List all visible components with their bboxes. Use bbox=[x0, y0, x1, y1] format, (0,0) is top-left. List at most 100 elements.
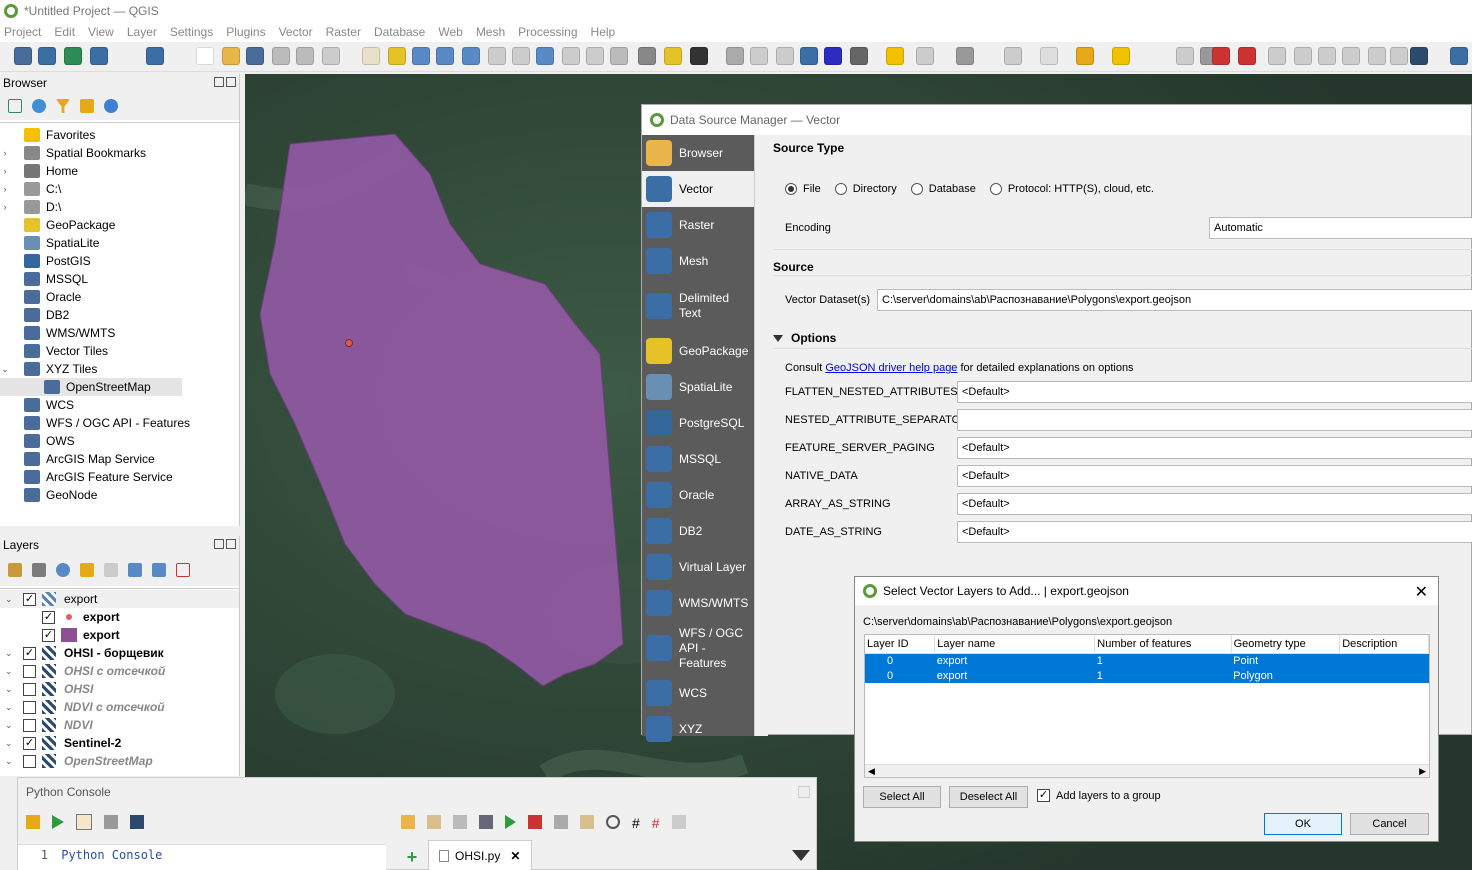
layer-item[interactable]: ⌄ ✓ Sentinel-2 bbox=[0, 734, 239, 752]
plugin3-icon[interactable] bbox=[1212, 47, 1230, 65]
open-data-source-manager-icon[interactable] bbox=[14, 47, 32, 65]
zoom-next-icon[interactable] bbox=[586, 47, 604, 65]
expand-arrow-icon[interactable]: ⌄ bbox=[5, 720, 15, 731]
browser-item[interactable]: DB2 bbox=[0, 306, 239, 324]
option-value-select[interactable]: <Default> bbox=[957, 465, 1472, 487]
info-icon[interactable] bbox=[104, 99, 118, 113]
browser-item[interactable]: SpatiaLite bbox=[0, 234, 239, 252]
add-selected-layers-icon[interactable] bbox=[8, 99, 22, 113]
zoom-full-icon[interactable] bbox=[462, 47, 480, 65]
dsm-sidebar-item[interactable]: Oracle bbox=[642, 477, 754, 513]
more-tools-icon[interactable] bbox=[690, 47, 708, 65]
layer-visibility-checkbox[interactable]: ✓ bbox=[42, 610, 55, 624]
dsm-sidebar-item[interactable]: SpatiaLite bbox=[642, 369, 754, 405]
remove-layer-icon[interactable] bbox=[176, 563, 190, 577]
layer-visibility-checkbox[interactable] bbox=[23, 664, 36, 678]
expand-arrow-icon[interactable]: › bbox=[0, 148, 10, 158]
dsm-sidebar-item[interactable]: Browser bbox=[642, 135, 754, 171]
expand-arrow-icon[interactable]: ⌄ bbox=[5, 648, 15, 659]
browser-item[interactable]: MSSQL bbox=[0, 270, 239, 288]
layer-visibility-checkbox[interactable] bbox=[23, 700, 36, 714]
expand-arrow-icon[interactable]: ⌄ bbox=[5, 684, 15, 695]
find-icon[interactable] bbox=[606, 815, 620, 829]
pan-to-selection-icon[interactable] bbox=[388, 47, 406, 65]
print-layout-icon[interactable] bbox=[272, 47, 290, 65]
menu-item-web[interactable]: Web bbox=[438, 25, 462, 39]
checkbox-box[interactable]: ✓ bbox=[1037, 789, 1050, 802]
open-in-editor-icon[interactable] bbox=[427, 815, 441, 829]
zoom-layer-icon[interactable] bbox=[488, 47, 506, 65]
column-header[interactable]: Number of features bbox=[1094, 635, 1232, 654]
layout-manager-icon[interactable] bbox=[296, 47, 314, 65]
open-script-icon[interactable] bbox=[401, 815, 415, 829]
column-header[interactable]: Geometry type bbox=[1231, 635, 1341, 654]
scroll-right-icon[interactable]: ▶ bbox=[1419, 766, 1426, 777]
expand-arrow-icon[interactable]: ⌄ bbox=[0, 364, 10, 375]
radio-button[interactable] bbox=[989, 183, 1002, 196]
browser-item[interactable]: ArcGIS Feature Service bbox=[0, 468, 239, 486]
field-calculator-icon[interactable] bbox=[776, 47, 794, 65]
new-tab-icon[interactable]: + bbox=[400, 846, 424, 868]
style-icon[interactable] bbox=[8, 563, 22, 577]
options-group-toggle[interactable]: Options bbox=[773, 331, 836, 345]
scroll-left-icon[interactable]: ◀ bbox=[868, 766, 875, 777]
layer-item[interactable]: ⌄ ✓ export bbox=[0, 590, 239, 608]
table-row[interactable]: 0 export 1 Polygon bbox=[865, 668, 1429, 683]
network-icon[interactable] bbox=[1410, 47, 1428, 65]
column-header[interactable]: Layer ID bbox=[865, 635, 936, 654]
dsm-splitter[interactable] bbox=[754, 135, 768, 736]
layer-visibility-checkbox[interactable]: ✓ bbox=[42, 628, 55, 642]
edit-icon[interactable] bbox=[1112, 47, 1130, 65]
browser-item[interactable]: ⌄ XYZ Tiles bbox=[0, 360, 239, 378]
object-inspector-icon[interactable] bbox=[671, 815, 686, 829]
dsm-sidebar-item[interactable]: WFS / OGC API - Features bbox=[642, 621, 754, 675]
refresh-icon[interactable] bbox=[32, 99, 46, 113]
style-manager-icon[interactable] bbox=[322, 47, 340, 65]
dsm-sidebar-item[interactable]: Vector bbox=[642, 171, 754, 207]
menu-item-plugins[interactable]: Plugins bbox=[226, 25, 265, 39]
deselect-all-button[interactable]: Deselect All bbox=[949, 786, 1028, 808]
plugin9-icon[interactable] bbox=[1368, 47, 1386, 65]
zoom-in-icon[interactable] bbox=[412, 47, 430, 65]
browser-item[interactable]: OpenStreetMap bbox=[0, 378, 182, 396]
add-group-icon[interactable] bbox=[32, 563, 46, 577]
layer-visibility-checkbox[interactable]: ✓ bbox=[23, 592, 36, 606]
table-row[interactable]: 0 export 1 Point bbox=[865, 653, 1429, 668]
menu-item-database[interactable]: Database bbox=[374, 25, 425, 39]
expand-arrow-icon[interactable]: ⌄ bbox=[5, 702, 15, 713]
layer-visibility-checkbox[interactable]: ✓ bbox=[23, 736, 36, 750]
add-layers-to-group-checkbox[interactable]: ✓ Add layers to a group bbox=[1037, 789, 1161, 802]
layer-item[interactable]: ⌄ OpenStreetMap bbox=[0, 752, 239, 770]
browser-item[interactable]: › Home bbox=[0, 162, 239, 180]
cut-icon[interactable] bbox=[528, 815, 542, 829]
expand-arrow-icon[interactable]: › bbox=[0, 184, 10, 194]
digitize-icon[interactable] bbox=[90, 47, 108, 65]
browser-item[interactable]: WFS / OGC API - Features bbox=[0, 414, 239, 432]
expand-arrow-icon[interactable]: ⌄ bbox=[5, 756, 15, 767]
statistics-icon[interactable] bbox=[824, 47, 842, 65]
annotation-icon[interactable] bbox=[886, 47, 904, 65]
expand-all-icon[interactable] bbox=[128, 563, 142, 577]
dsm-sidebar-item[interactable]: XYZ bbox=[642, 711, 754, 747]
browser-item[interactable]: Vector Tiles bbox=[0, 342, 239, 360]
copy-icon[interactable] bbox=[554, 815, 568, 829]
zoom-selection-icon[interactable] bbox=[512, 47, 530, 65]
show-editor-icon[interactable] bbox=[76, 814, 92, 830]
option-value-select[interactable] bbox=[957, 409, 1472, 431]
attribute-table-icon[interactable] bbox=[750, 47, 768, 65]
layer-table[interactable]: Layer ID Layer name Number of features Geom… bbox=[864, 634, 1430, 778]
browser-item[interactable]: › D:\ bbox=[0, 198, 239, 216]
help-icon[interactable] bbox=[130, 815, 144, 829]
dsm-sidebar-item[interactable]: Delimited Text bbox=[642, 279, 754, 333]
dsm-sidebar-item[interactable]: WMS/WMTS bbox=[642, 585, 754, 621]
column-header[interactable]: Layer name bbox=[934, 635, 1096, 654]
layer-item[interactable]: ⌄ ✓ OHSI - борщевик bbox=[0, 644, 239, 662]
radio-button[interactable] bbox=[910, 183, 923, 196]
visibility-icon[interactable] bbox=[56, 563, 70, 577]
close-icon[interactable]: ✕ bbox=[1415, 582, 1428, 602]
text-annotation-icon[interactable] bbox=[956, 47, 974, 65]
filter-legend-icon[interactable] bbox=[80, 563, 94, 577]
layer-visibility-checkbox[interactable] bbox=[23, 754, 36, 768]
dsm-sidebar-item[interactable]: WCS bbox=[642, 675, 754, 711]
float-panel-icon[interactable] bbox=[214, 539, 224, 549]
